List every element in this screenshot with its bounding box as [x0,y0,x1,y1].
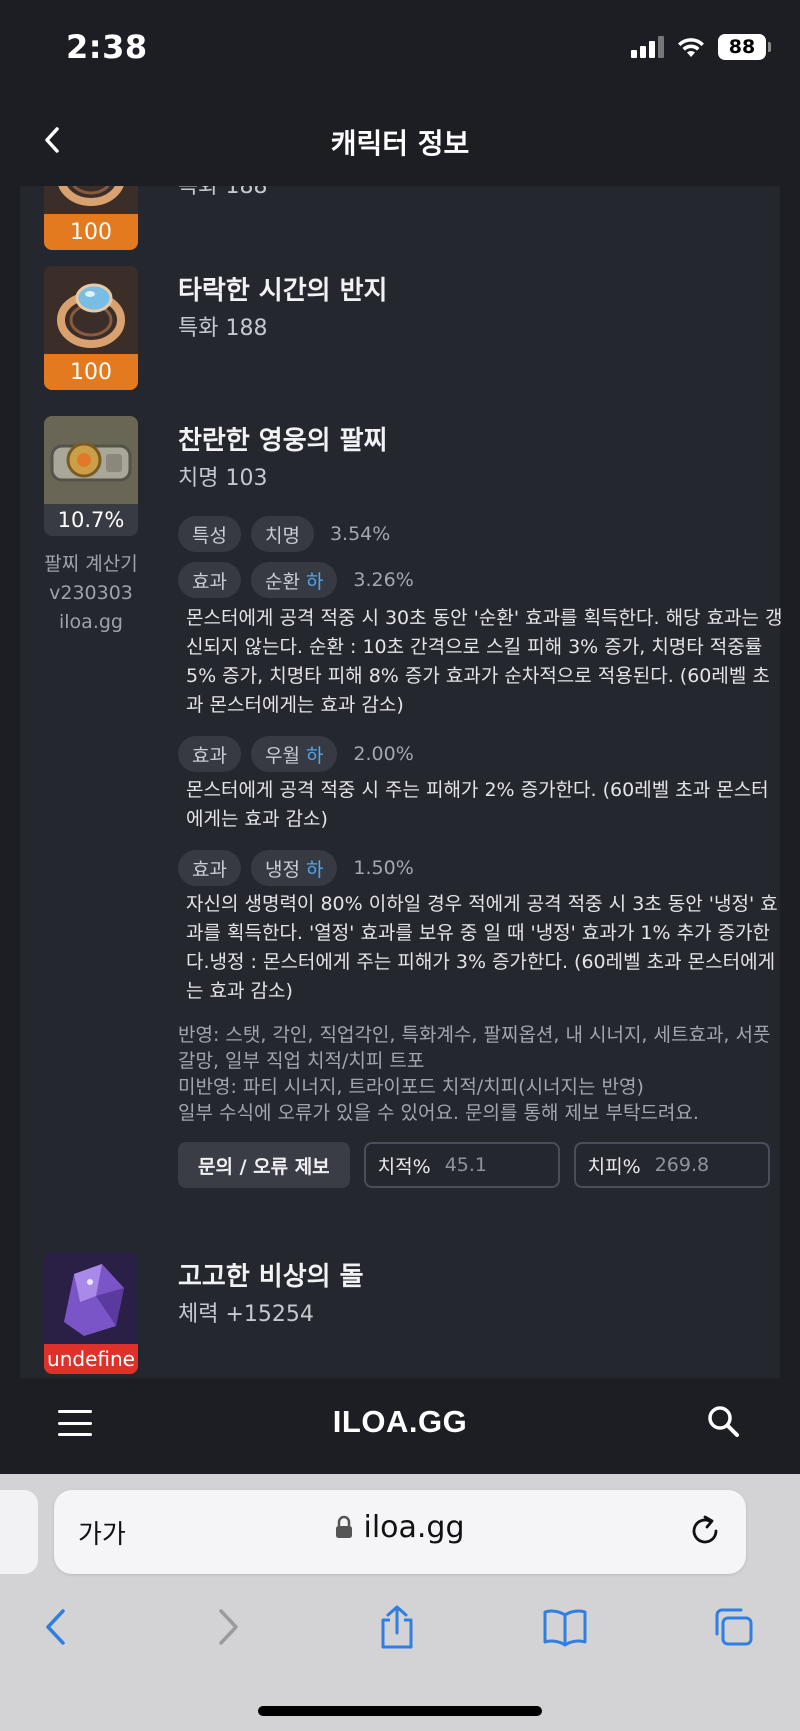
item-stat: 체력 +15254 [178,1302,314,1327]
battery-indicator: 88 [718,34,771,60]
option-grade: 하 [305,858,324,881]
browser-toolbar [0,1592,800,1662]
option-type-chip: 효과 [178,736,241,772]
forward-icon [219,1609,238,1645]
home-indicator [258,1706,542,1716]
option-description: 자신의 생명력이 80% 이하일 경우 적에게 공격 적중 시 3초 동안 '냉… [186,893,778,1002]
calculator-version: v230303 [49,582,133,604]
site-logo[interactable]: ILOA.GG [0,1404,800,1440]
option-name-chip: 순환 하 [250,562,338,598]
browser-forward-button[interactable] [204,1602,254,1652]
option-type-chip: 효과 [178,850,241,886]
item-stat: 특화 188 [178,186,268,199]
previous-tab-peek[interactable] [0,1490,38,1574]
bookmarks-icon [543,1609,587,1647]
wifi-icon [678,38,704,57]
search-icon[interactable] [704,1402,744,1442]
option-value: 3.26% [353,569,414,591]
browser-back-button[interactable] [30,1602,80,1652]
share-button[interactable] [372,1602,422,1652]
tabs-icon [715,1608,753,1646]
bottom-app-bar: ILOA.GG [0,1378,800,1474]
option-grade: 하 [305,570,324,593]
report-error-button[interactable]: 문의 / 오류 제보 [178,1142,350,1188]
content-scroll-area[interactable]: 100 특화 188 100 타락한 시간의 반지 특화 188 10.7% 팔… [0,186,800,1378]
ring-icon [44,266,138,354]
page-title: 캐릭터 정보 [330,127,470,160]
option-name: 치명 [264,524,300,547]
stone-icon [44,1252,138,1344]
calculator-actions: 문의 / 오류 제보 치적% 45.1 치피% 269.8 [178,1142,770,1188]
option-value: 1.50% [353,857,414,879]
tabs-button[interactable] [708,1602,758,1652]
not-reflected-note: 미반영: 파티 시너지, 트라이포드 치적/치피(시너지는 반영) [178,1076,644,1098]
bookmarks-button[interactable] [540,1602,590,1652]
item-icon-frame: undefine [44,1252,138,1374]
item-name: 고고한 비상의 돌 [178,1262,364,1292]
crit-rate-value: 45.1 [444,1154,487,1176]
quality-badge: 100 [44,214,138,250]
bracelet-percent: 10.7% [44,504,138,536]
option-type-chip: 특성 [178,516,241,552]
option-type-chip: 효과 [178,562,241,598]
item-stat: 치명 103 [178,466,268,491]
address-bar[interactable]: 가가 iloa.gg [54,1490,746,1574]
item-name: 찬란한 영웅의 팔찌 [178,426,388,456]
status-time: 2:38 [66,28,148,66]
item-stat: 특화 188 [178,316,268,341]
url-display[interactable]: iloa.gg [54,1510,746,1545]
url-text: iloa.gg [363,1510,465,1545]
option-name-chip: 우월 하 [250,736,338,772]
option-name: 순환 [264,570,300,593]
browser-chrome: 가가 iloa.gg [0,1474,800,1731]
quality-badge: undefine [44,1344,138,1374]
reload-icon[interactable] [686,1512,724,1550]
crit-damage-value: 269.8 [654,1154,710,1176]
item-icon-frame: 10.7% [44,416,138,536]
page-header: 캐릭터 정보 [0,96,800,186]
status-bar: 2:38 88 [0,0,800,96]
calculator-site: iloa.gg [59,611,123,633]
ring-icon [44,186,138,214]
share-icon [381,1605,413,1649]
option-name: 우월 [264,744,300,767]
back-icon [46,1609,65,1645]
crit-rate-field[interactable]: 치적% 45.1 [363,1142,560,1188]
bracelet-option-row: 특성 치명 3.54% [178,516,390,552]
quality-badge: 100 [44,354,138,390]
option-name-chip: 치명 [250,516,314,552]
item-icon-frame: 100 [44,186,138,250]
option-name-chip: 냉정 하 [250,850,338,886]
option-name: 냉정 [264,858,300,881]
option-grade: 하 [305,744,324,767]
crit-rate-label: 치적% [377,1155,431,1178]
bracelet-icon [44,416,138,504]
disclaimer-note: 일부 수식에 오류가 있을 수 있어요. 문의를 통해 제보 부탁드려요. [178,1102,699,1124]
item-icon-frame: 100 [44,266,138,390]
cellular-signal-icon [631,36,664,58]
lock-icon [336,1515,353,1538]
bracelet-option-row: 효과 냉정 하 1.50% [178,850,414,886]
bracelet-option-row: 효과 우월 하 2.00% [178,736,414,772]
bracelet-option-row: 효과 순환 하 3.26% [178,562,414,598]
reflected-note: 반영: 스탯, 각인, 직업각인, 특화계수, 팔찌옵션, 내 시너지, 세트효… [178,1024,771,1072]
crit-damage-label: 치피% [587,1155,641,1178]
option-description: 몬스터에게 공격 적중 시 주는 피해가 2% 증가한다. (60레벨 초과 몬… [186,779,769,830]
option-value: 2.00% [353,743,414,765]
option-value: 3.54% [329,523,391,545]
item-name: 타락한 시간의 반지 [178,276,388,306]
crit-damage-field[interactable]: 치피% 269.8 [573,1142,770,1188]
equipment-panel: 100 특화 188 100 타락한 시간의 반지 특화 188 10.7% 팔… [20,186,783,1378]
calculator-name: 팔찌 계산기 [44,553,138,575]
status-icons: 88 [631,34,771,60]
option-description: 몬스터에게 공격 적중 시 30초 동안 '순환' 효과를 획득한다. 해당 효… [186,607,783,716]
